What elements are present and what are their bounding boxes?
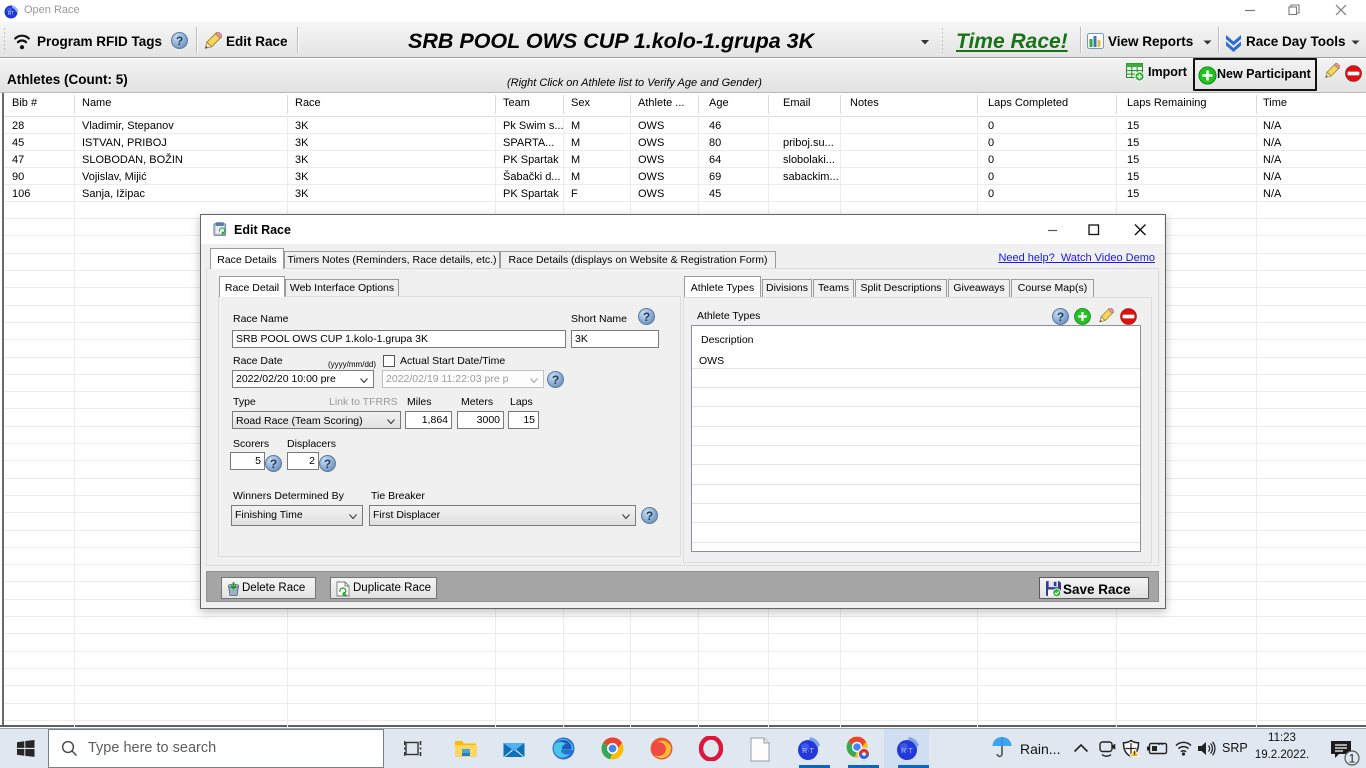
- svg-text:RT: RT: [8, 11, 15, 17]
- svg-text:R·T: R·T: [802, 748, 814, 755]
- svg-text:R·T: R·T: [901, 748, 913, 755]
- svg-text:1: 1: [1349, 752, 1356, 766]
